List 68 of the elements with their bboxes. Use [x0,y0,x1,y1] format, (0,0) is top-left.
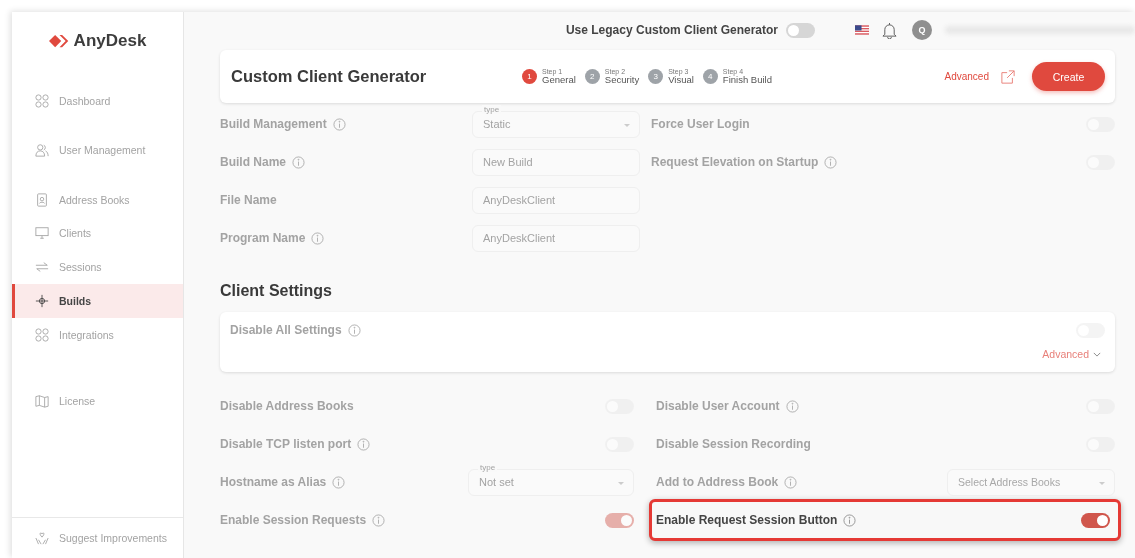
info-icon[interactable] [311,231,325,245]
field-label: Hostname as Alias [220,475,327,489]
field-label: Disable User Account [656,399,780,413]
sidebar-item[interactable]: Address Books [12,183,183,217]
external-link-icon[interactable] [1001,69,1015,84]
grid-icon [35,328,49,342]
info-icon[interactable] [357,437,371,451]
toggle-switch[interactable] [605,512,634,528]
toggle-switch[interactable] [1081,512,1110,528]
step-number: 2 [584,69,600,84]
grid-icon [35,94,49,108]
field-label: Enable Request Session Button [656,513,838,527]
field-label: Program Name [220,231,306,245]
input-field[interactable]: AnyDeskClient [472,224,640,252]
move-icon [35,294,49,308]
field-label: Enable Session Requests [220,513,367,527]
input-field[interactable]: New Build [472,148,640,176]
advanced-link[interactable]: Advanced [944,71,989,82]
input-field[interactable]: AnyDeskClient [472,186,640,214]
create-button[interactable]: Create [1032,62,1105,91]
contact-book-icon [35,193,49,207]
info-icon[interactable] [785,399,799,413]
arrows-icon [35,260,49,274]
info-icon[interactable] [332,117,346,131]
info-icon[interactable] [843,513,857,527]
page-title: Custom Client Generator [231,67,428,86]
sidebar-item[interactable]: Clients [12,216,183,250]
field-label: Disable TCP listen port [220,437,352,451]
sidebar-item[interactable]: License [12,384,183,418]
step-number: 4 [702,69,718,84]
flag-icon[interactable] [855,25,869,35]
field-label: Build Name [220,155,286,169]
step-number: 3 [648,69,664,84]
sidebar-item[interactable]: User Management [12,133,183,167]
field-label: Force User Login [651,117,750,131]
field-label: Disable Address Books [220,399,354,413]
chevron-down-icon [1093,351,1101,357]
users-icon [35,143,49,157]
logo-icon [48,34,70,48]
avatar[interactable]: Q [912,20,932,40]
step-number: 1 [522,69,537,84]
section-heading: Client Settings [220,281,333,301]
info-icon[interactable] [372,513,386,527]
info-icon[interactable] [292,155,305,169]
info-icon[interactable] [824,155,838,169]
advanced-dropdown[interactable]: Advanced [1042,348,1101,360]
sidebar-item[interactable]: Integrations [12,318,183,352]
field-label: Request Elevation on Startup [651,155,819,169]
field-label: File Name [220,193,277,207]
info-icon[interactable] [347,323,361,337]
info-icon[interactable] [332,475,346,489]
monitor-icon [35,226,49,240]
field-label: Add to Address Book [656,475,779,489]
bell-icon[interactable] [882,21,897,39]
field-label: Disable All Settings [230,323,342,337]
legacy-label: Use Legacy Custom Client Generator [565,23,778,37]
book-icon [35,394,49,408]
sidebar-item[interactable]: Sessions [12,250,183,284]
hands-heart-icon [35,531,49,545]
sidebar-item[interactable]: Builds [12,284,183,318]
brand-name: AnyDesk [73,31,147,51]
sidebar-item[interactable]: Dashboard [12,84,183,118]
field-label: Build Management [220,117,327,131]
field-label: Disable Session Recording [656,437,811,451]
info-icon[interactable] [784,475,798,489]
suggest-improvements-link[interactable]: Suggest Improvements [12,518,183,558]
select-field[interactable]: Select Address Books [947,468,1115,496]
legacy-toggle[interactable] [786,22,815,38]
